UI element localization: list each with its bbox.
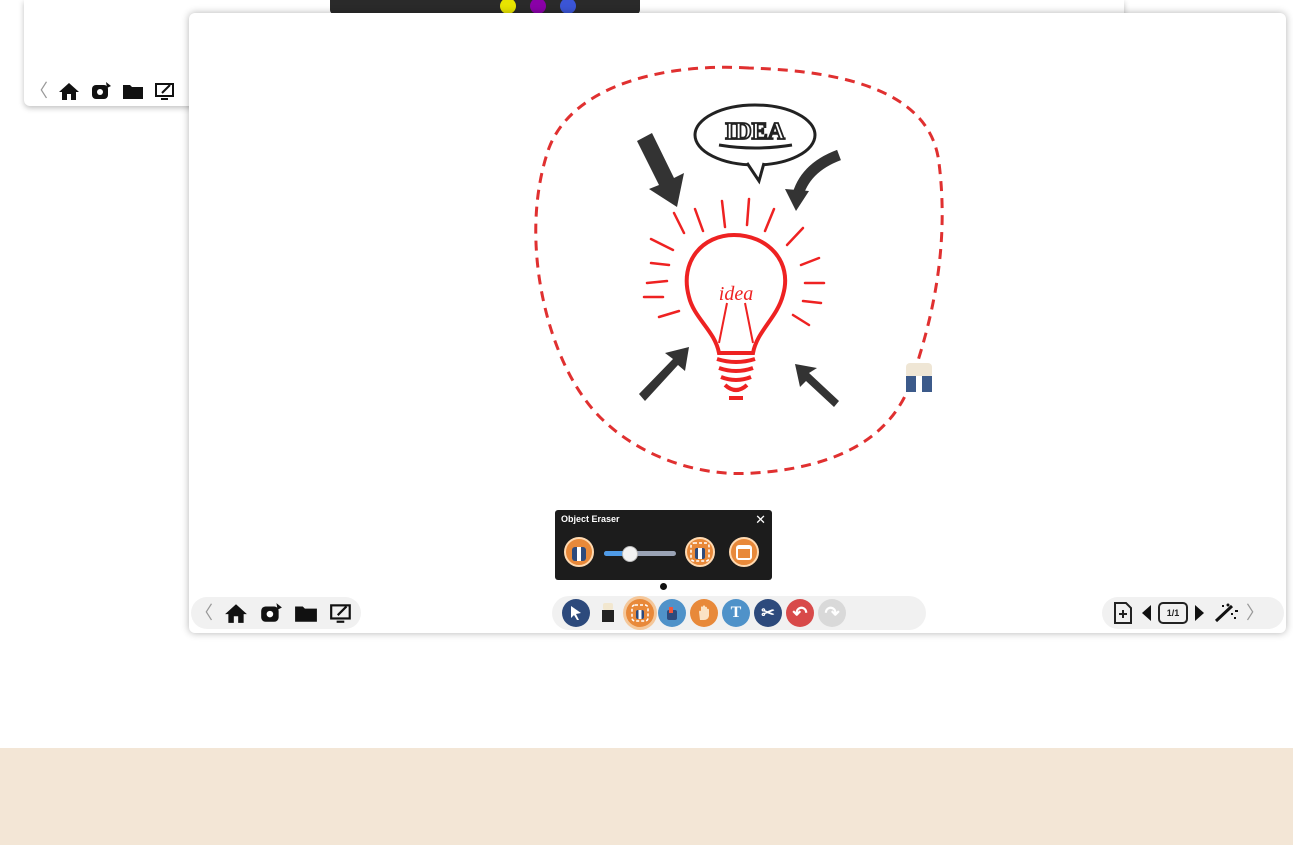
chevron-right-icon[interactable]: 〉 bbox=[1246, 604, 1264, 622]
scissors-icon: ✂ bbox=[761, 605, 775, 622]
redo-icon: ↷ bbox=[824, 602, 840, 623]
bucket-icon bbox=[667, 607, 677, 620]
pan-tool-button[interactable] bbox=[690, 599, 718, 627]
chevron-left-icon[interactable]: 〈 bbox=[30, 82, 48, 100]
undo-icon: ↶ bbox=[792, 602, 808, 623]
tools-toolbar: T ✂ ↶ ↷ bbox=[552, 596, 926, 630]
idea-speech-bubble: IDEA bbox=[693, 103, 817, 185]
object-eraser-popup: Object Eraser ✕ bbox=[555, 510, 772, 590]
settings-icon[interactable] bbox=[259, 602, 283, 624]
lightbulb-drawing bbox=[684, 232, 788, 400]
folder-icon[interactable] bbox=[294, 603, 318, 623]
arrow-bottom-left bbox=[639, 347, 689, 401]
eraser-clear-page-button[interactable] bbox=[729, 537, 759, 567]
slider-thumb[interactable] bbox=[622, 546, 638, 562]
arrow-bottom-right bbox=[795, 364, 839, 407]
whiteboard-window: IDEA idea Object Eraser ✕ 〈 T ✂ ↶ ↷ 1/1 … bbox=[189, 13, 1286, 633]
color-swatch-blue[interactable] bbox=[560, 0, 576, 14]
text-tool-button[interactable]: T bbox=[722, 599, 750, 627]
arrow-top-right-head bbox=[785, 189, 809, 211]
hand-icon bbox=[699, 605, 709, 620]
pen-tool-button[interactable] bbox=[594, 599, 622, 627]
eraser-size-slider[interactable] bbox=[604, 546, 676, 562]
redo-tool-button[interactable]: ↷ bbox=[818, 599, 846, 627]
back-left-toolbar: 〈 bbox=[24, 76, 176, 106]
object-eraser-tool-button[interactable] bbox=[626, 599, 654, 627]
folder-icon[interactable] bbox=[122, 82, 144, 100]
speech-bubble-text: IDEA bbox=[725, 119, 786, 145]
next-page-icon[interactable] bbox=[1194, 603, 1206, 623]
undo-tool-button[interactable]: ↶ bbox=[786, 599, 814, 627]
eraser-cursor-icon bbox=[906, 363, 932, 392]
popup-pointer bbox=[660, 583, 667, 590]
home-icon[interactable] bbox=[58, 81, 80, 101]
bulb-text: idea bbox=[719, 283, 753, 305]
settings-icon[interactable] bbox=[90, 81, 112, 101]
eraser-mode-object-button[interactable] bbox=[685, 537, 715, 567]
cursor-icon bbox=[571, 606, 581, 620]
select-tool-button[interactable] bbox=[562, 599, 590, 627]
text-icon: T bbox=[730, 604, 742, 621]
add-page-icon[interactable] bbox=[1112, 601, 1134, 625]
home-icon[interactable] bbox=[224, 602, 248, 624]
chevron-left-icon[interactable]: 〈 bbox=[195, 604, 213, 622]
page-indicator[interactable]: 1/1 bbox=[1158, 602, 1188, 624]
page-toolbar: 1/1 〉 bbox=[1102, 597, 1284, 629]
previous-page-icon[interactable] bbox=[1140, 603, 1152, 623]
fill-tool-button[interactable] bbox=[658, 599, 686, 627]
cut-tool-button[interactable]: ✂ bbox=[754, 599, 782, 627]
arrow-top-left bbox=[637, 133, 684, 207]
marker-icon bbox=[602, 603, 614, 622]
bulb-rays bbox=[642, 197, 826, 327]
eraser-mode-small-button[interactable] bbox=[564, 537, 594, 567]
left-toolbar: 〈 bbox=[191, 597, 361, 629]
eraser-icon bbox=[631, 604, 649, 622]
close-icon[interactable]: ✕ bbox=[755, 512, 766, 528]
color-swatch-yellow[interactable] bbox=[500, 0, 516, 14]
screen-annotate-icon[interactable] bbox=[154, 81, 176, 101]
screen-annotate-icon[interactable] bbox=[329, 602, 353, 624]
page-footer-band bbox=[0, 748, 1293, 845]
color-swatch-purple[interactable] bbox=[530, 0, 546, 14]
popup-title: Object Eraser bbox=[561, 514, 620, 524]
color-palette-strip bbox=[330, 0, 640, 14]
magic-wand-icon[interactable] bbox=[1212, 602, 1240, 624]
